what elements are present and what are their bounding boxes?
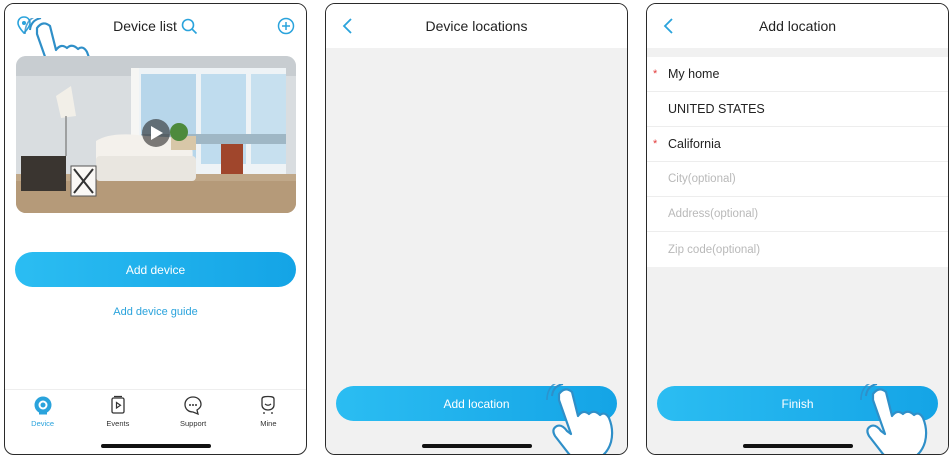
tab-label: Mine [260, 419, 277, 428]
field-placeholder: Address(optional) [668, 208, 759, 220]
city-field[interactable]: City(optional) [647, 162, 948, 197]
events-icon [111, 395, 125, 414]
required-marker: * [653, 138, 658, 150]
tap-hand-icon [545, 384, 615, 455]
tab-label: Events [106, 419, 130, 428]
header: Add location [647, 4, 948, 48]
camera-thumbnail[interactable] [16, 56, 296, 213]
tab-label: Device [31, 419, 55, 428]
home-indicator [421, 444, 532, 448]
field-value: My home [668, 67, 720, 81]
mine-icon [261, 395, 276, 414]
tab-bar: Device Events Support Mine [5, 389, 306, 434]
tab-label: Support [179, 419, 207, 428]
tab-mine[interactable]: Mine [231, 390, 306, 434]
search-icon[interactable] [181, 18, 198, 35]
support-icon [184, 396, 202, 415]
add-device-button[interactable]: Add device [15, 252, 296, 287]
field-value: UNITED STATES [668, 102, 765, 116]
add-circle-icon[interactable] [277, 17, 295, 35]
location-form: * My home UNITED STATES * California Cit… [647, 57, 948, 267]
home-indicator [742, 444, 853, 448]
address-field[interactable]: Address(optional) [647, 197, 948, 232]
state-field[interactable]: * California [647, 127, 948, 162]
tab-events[interactable]: Events [80, 390, 155, 434]
zip-code-field[interactable]: Zip code(optional) [647, 232, 948, 267]
required-marker: * [653, 68, 658, 80]
back-chevron-icon[interactable] [338, 16, 358, 36]
field-placeholder: City(optional) [668, 173, 736, 185]
add-location-screen: Add location * My home UNITED STATES * C… [646, 3, 949, 455]
back-chevron-icon[interactable] [659, 16, 679, 36]
camera-icon [34, 396, 52, 415]
add-device-guide-link[interactable]: Add device guide [5, 306, 306, 318]
page-title: Device locations [425, 18, 528, 34]
home-indicator [100, 444, 211, 448]
tab-device[interactable]: Device [5, 390, 80, 434]
location-name-field[interactable]: * My home [647, 57, 948, 92]
tab-support[interactable]: Support [156, 390, 231, 434]
header: Device locations [326, 4, 627, 48]
device-list-screen: Device list Add device Add device guide … [4, 3, 307, 455]
field-value: California [668, 137, 721, 151]
tap-hand-icon [859, 384, 929, 455]
field-placeholder: Zip code(optional) [668, 243, 761, 256]
page-title: Add location [758, 18, 837, 34]
device-locations-screen: Device locations Add location [325, 3, 628, 455]
country-field[interactable]: UNITED STATES [647, 92, 948, 127]
page-title: Device list [113, 18, 177, 34]
